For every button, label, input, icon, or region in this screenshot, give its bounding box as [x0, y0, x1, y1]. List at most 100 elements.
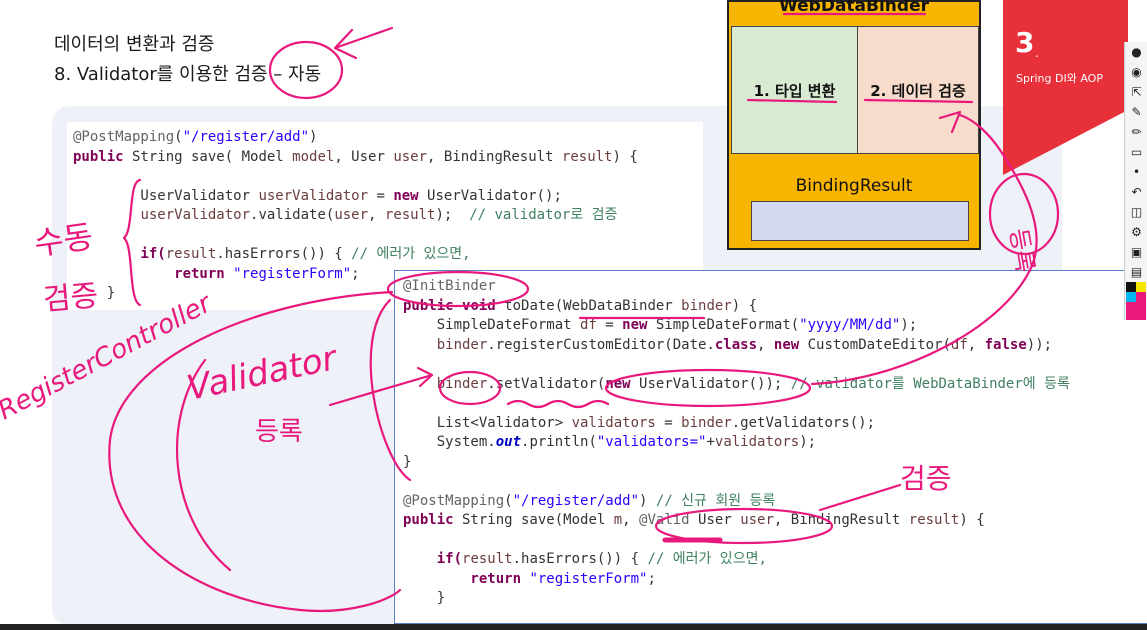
code-token: class	[714, 336, 758, 353]
code-token: validators	[571, 414, 656, 431]
code-token: =	[368, 187, 394, 204]
code-token: if(	[403, 551, 463, 567]
code-token: );	[799, 434, 817, 450]
code-token: UserValidator());	[630, 375, 791, 392]
code-token: User	[689, 512, 741, 528]
code-token: new	[605, 375, 631, 392]
chapter-dot: .	[1035, 46, 1039, 60]
code-token: );	[900, 317, 918, 333]
code-token: out	[495, 434, 522, 450]
code-token: result	[165, 246, 217, 262]
pin-icon[interactable]: ●	[1125, 42, 1147, 62]
code-token: user	[334, 207, 369, 223]
code-token: @Valid	[639, 512, 690, 528]
code-token: model	[292, 148, 335, 165]
code-token: return	[73, 265, 225, 282]
chapter-number: 3	[1015, 26, 1035, 59]
code-token: binder	[436, 375, 488, 392]
video-bottom-bar	[0, 624, 1147, 630]
undo-icon[interactable]: ↶	[1125, 182, 1147, 202]
code-token: , User	[334, 148, 394, 165]
code-token: if(	[73, 246, 166, 262]
code-token: .getValidators();	[731, 414, 876, 431]
dot-icon[interactable]: •	[1125, 162, 1147, 182]
code-block-auto: @InitBinder public void toDate(WebDataBin…	[394, 270, 1147, 624]
code-token: ;	[647, 570, 656, 587]
code-token: result	[384, 207, 436, 223]
code-token: result	[908, 512, 960, 528]
webdatabinder-diagram: WebDataBinder 1. 타입 변환 2. 데이터 검증 Binding…	[727, 0, 981, 250]
code-token: "validators="	[596, 434, 707, 450]
eye-icon[interactable]: ◉	[1125, 62, 1147, 82]
code-token: =	[655, 414, 682, 431]
trash-icon[interactable]: ◫	[1125, 202, 1147, 222]
code-token: @PostMapping	[403, 492, 505, 509]
code-comment: // validator로 검증	[469, 207, 618, 223]
slide-heading-line2: 8. Validator를 이용한 검증 – 자동	[54, 64, 322, 85]
code-comment: // 에러가 있으면,	[351, 246, 471, 262]
code-token: user	[740, 512, 774, 528]
code-token: "/register/add"	[182, 129, 310, 145]
code-token: binder	[681, 297, 732, 314]
code-token: ,	[757, 336, 774, 353]
code-token: , BindingResult	[773, 512, 909, 528]
code-token: df	[580, 317, 597, 333]
code-token: .validate(	[250, 207, 335, 223]
code-token: "registerForm"	[233, 265, 352, 282]
code-token: );	[435, 207, 470, 223]
code-token: ) {	[731, 297, 758, 314]
code-token: binder	[436, 336, 488, 353]
code-token: .hasErrors()) {	[216, 246, 352, 262]
code-token: new	[622, 317, 648, 333]
code-token: new	[773, 336, 800, 353]
code-token: (	[504, 492, 513, 509]
code-token: List<Validator>	[403, 414, 572, 431]
binding-result-label: BindingResult	[795, 176, 913, 196]
clipboard-icon[interactable]: ▤	[1125, 262, 1147, 282]
color-palette[interactable]	[1126, 282, 1146, 320]
settings-icon[interactable]: ⚙	[1125, 222, 1147, 242]
code-token: false	[984, 336, 1027, 353]
code-token: ;	[351, 265, 360, 282]
code-token: @PostMapping	[73, 129, 175, 145]
code-token: )	[639, 492, 656, 509]
marker-icon[interactable]: ✏	[1125, 122, 1147, 142]
slide-heading-line1: 데이터의 변환과 검증	[54, 34, 215, 55]
code-token: public	[73, 148, 124, 165]
code-token: validators	[714, 434, 800, 450]
code-token: user	[393, 148, 428, 165]
code-token: return	[403, 570, 522, 587]
code-token: String save(Model	[453, 512, 614, 528]
binding-result-box	[751, 201, 969, 241]
camera-icon[interactable]: ▣	[1125, 242, 1147, 262]
ink-arrow-auto	[333, 26, 394, 60]
code-token: "/register/add"	[512, 492, 640, 509]
code-token: }	[403, 590, 446, 606]
code-token: UserValidator	[73, 187, 259, 204]
code-token: result	[462, 551, 513, 567]
code-token: .hasErrors()) {	[512, 551, 648, 567]
pen-icon[interactable]: ✎	[1125, 102, 1147, 122]
code-token: "yyyy/MM/dd"	[799, 317, 901, 333]
code-token: ));	[1026, 336, 1053, 353]
code-token: toDate(WebDataBinder	[495, 297, 682, 314]
data-validation-box: 2. 데이터 검증	[857, 26, 979, 154]
code-comment: // 신규 회원 등록	[655, 492, 776, 509]
code-token: UserValidator();	[418, 187, 562, 204]
code-token: +	[706, 434, 715, 450]
code-comment: // 에러가 있으면,	[647, 551, 767, 567]
code-token: ) {	[612, 148, 638, 165]
code-token: df	[950, 336, 968, 353]
code-token: System.	[403, 434, 496, 450]
code-token: }	[403, 453, 412, 470]
eraser-icon[interactable]: ▭	[1125, 142, 1147, 162]
code-token: =	[596, 317, 623, 333]
code-token: CustomDateEditor(	[799, 336, 951, 353]
diagram-title: WebDataBinder	[779, 0, 929, 16]
code-token: ,	[368, 207, 385, 223]
type-conversion-box: 1. 타입 변환	[731, 26, 858, 154]
annotation-toolbar: ● ◉ ⇱ ✎ ✏ ▭ • ↶ ◫ ⚙ ▣ ▤	[1124, 42, 1147, 320]
pointer-icon[interactable]: ⇱	[1125, 82, 1147, 102]
